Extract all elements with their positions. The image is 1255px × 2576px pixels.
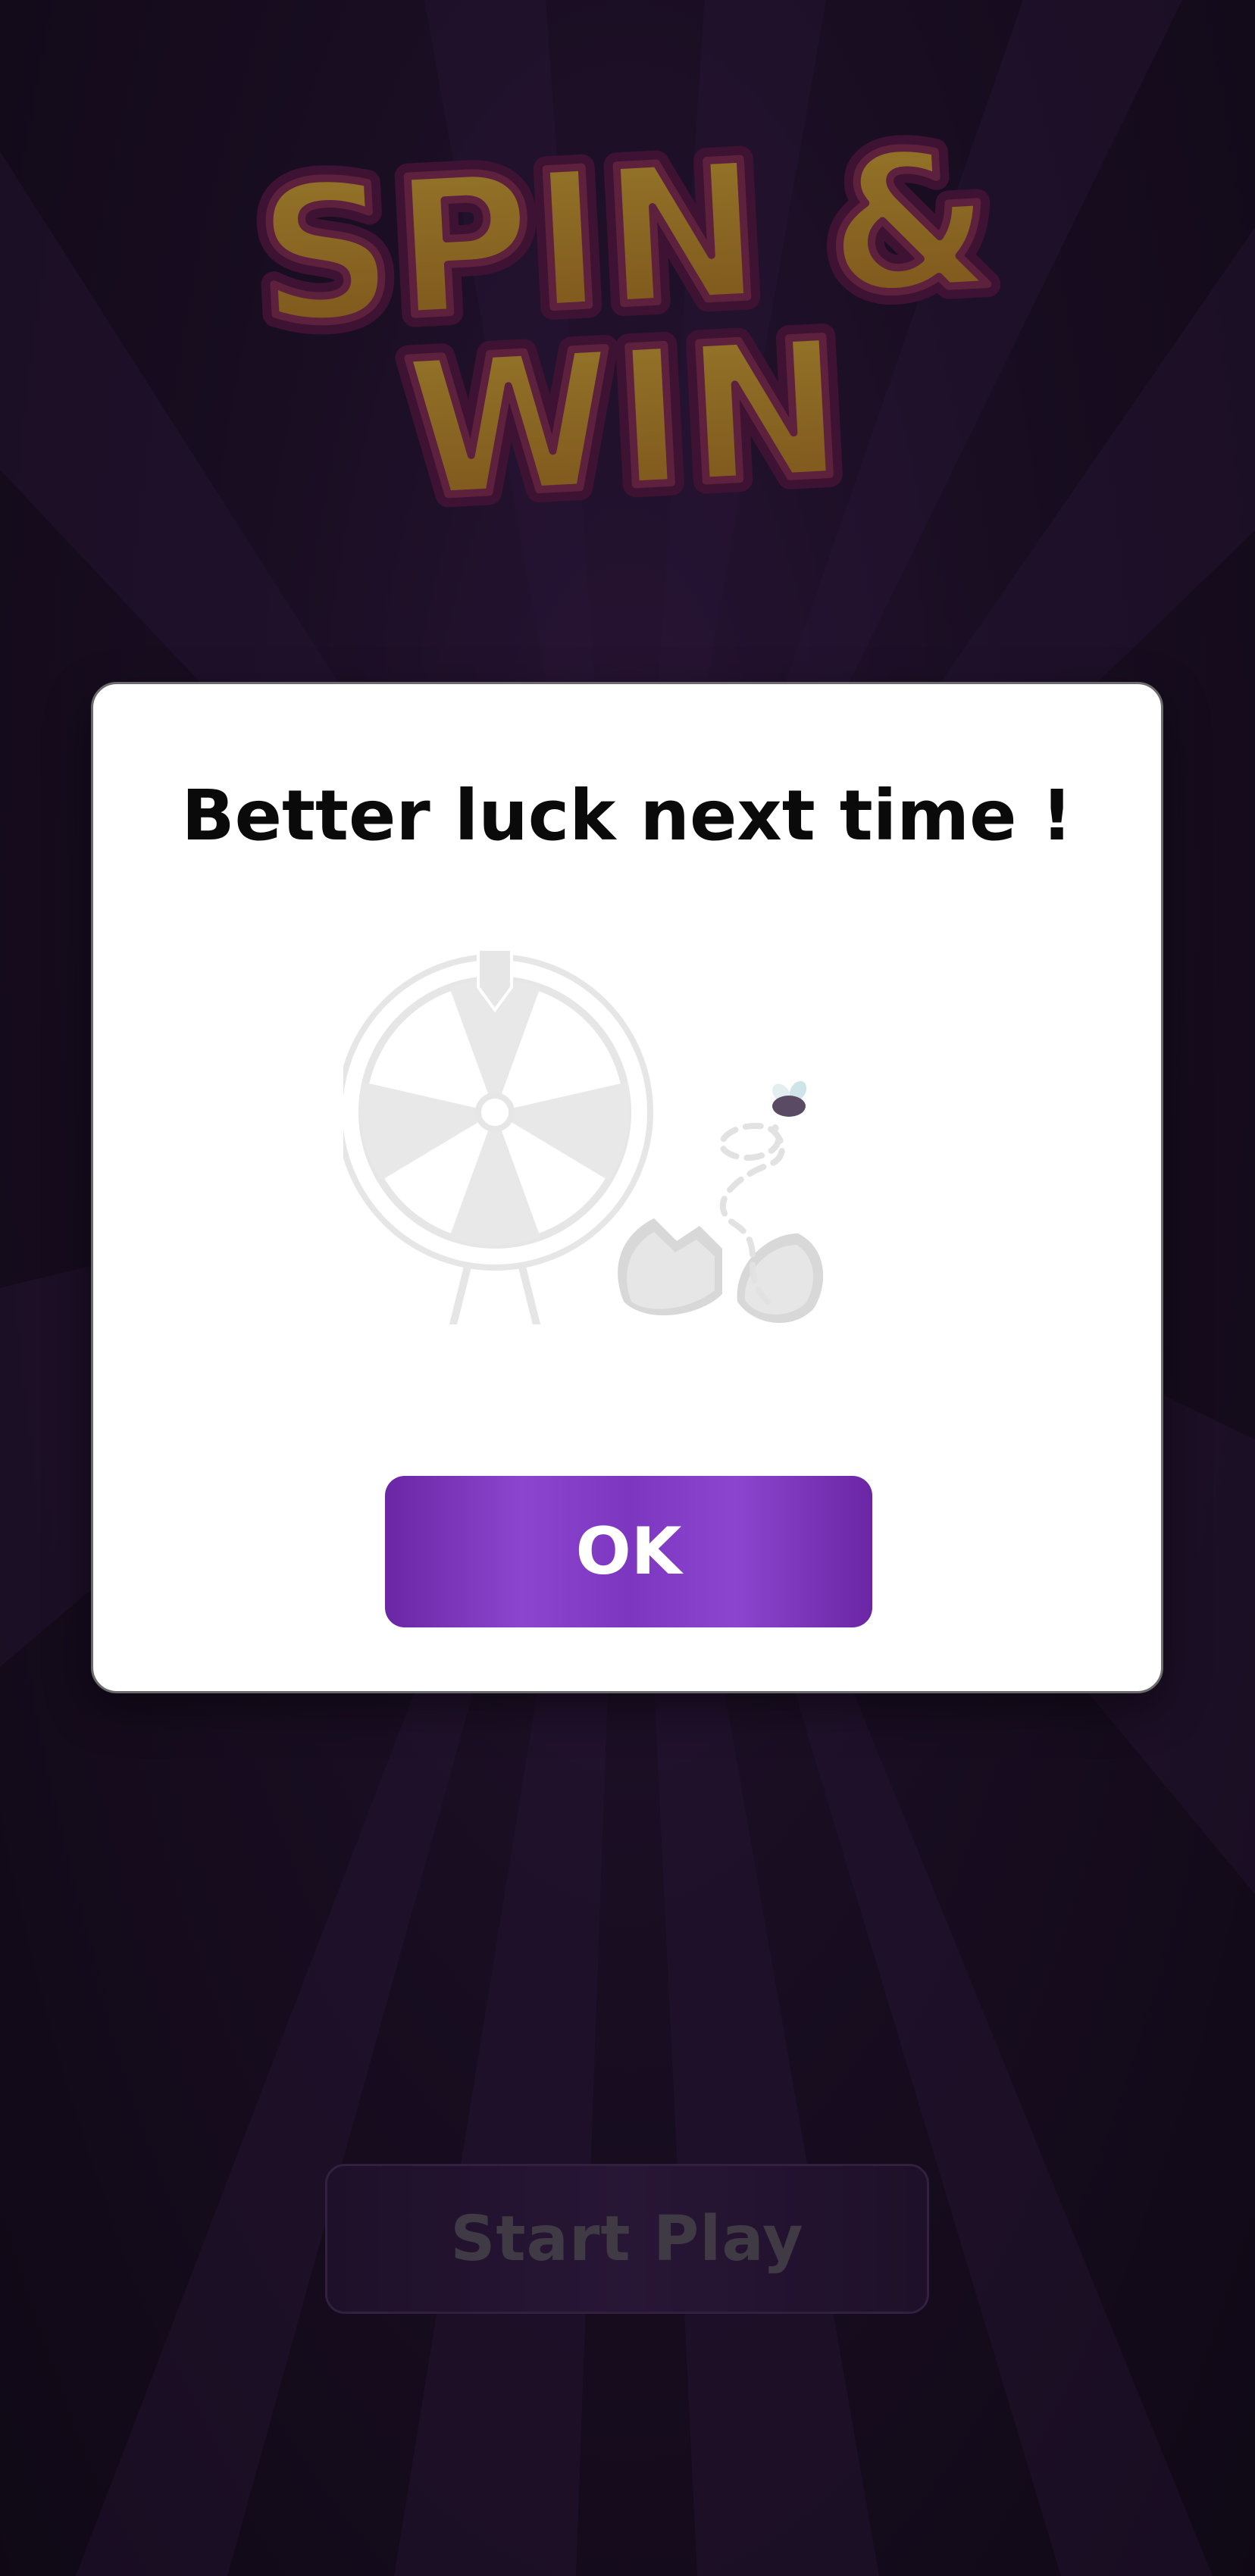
prize-wheel-icon	[343, 948, 653, 1324]
game-screen: SPIN & SPIN & WIN WIN Start Play Better …	[0, 0, 1255, 2576]
dialog-title: Better luck next time !	[181, 775, 1073, 856]
ok-button-label: OK	[575, 1514, 682, 1590]
fly-icon	[772, 1080, 807, 1117]
cracked-egg-icon	[618, 1218, 824, 1324]
result-dialog: Better luck next time ! OK	[91, 682, 1163, 1693]
ok-button[interactable]: OK	[385, 1476, 872, 1627]
empty-prize-illustration	[343, 946, 1025, 1324]
